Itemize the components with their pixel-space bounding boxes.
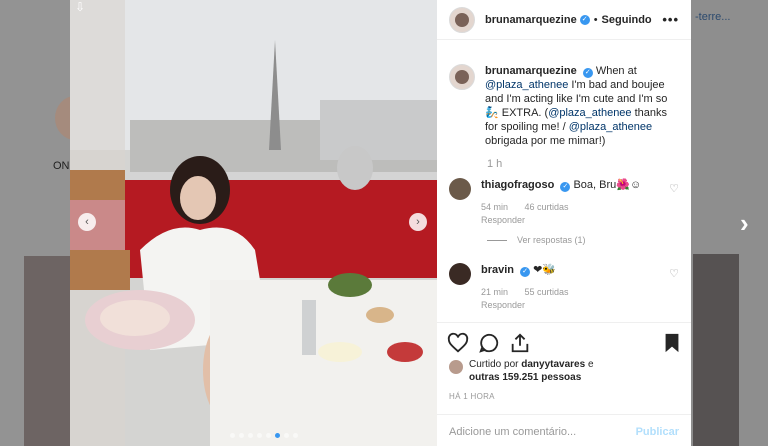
carousel-dot <box>284 433 289 438</box>
more-icon[interactable]: ••• <box>662 12 679 27</box>
download-icon[interactable]: ⇩ <box>75 0 85 14</box>
verified-icon: ✓ <box>520 267 531 277</box>
post-caption: brunamarquezine ✓ When at @plaza_athenee… <box>437 40 691 148</box>
comment-meta: 21 min 55 curtidas <box>481 287 669 297</box>
reply-button[interactable]: Responder <box>481 300 669 310</box>
author-avatar[interactable] <box>449 64 475 90</box>
publish-button[interactable]: Publicar <box>636 426 679 438</box>
caption-time: 1 h <box>487 158 503 170</box>
author-username[interactable]: brunamarquezine <box>485 14 577 26</box>
photo-illustration <box>70 0 437 446</box>
separator-dot: • <box>593 13 598 26</box>
comment-icon[interactable] <box>478 332 500 354</box>
background-feed-right: -terre... <box>691 0 768 446</box>
carousel-indicator <box>230 433 298 438</box>
background-thumbnail <box>24 256 70 446</box>
carousel-dot-active <box>275 433 280 438</box>
carousel-dot <box>293 433 298 438</box>
add-comment-bar: Adicione um comentário... Publicar <box>437 414 691 446</box>
likes-text: Curtido por danyytavares e outras 159.25… <box>469 359 594 383</box>
verified-icon: ✓ <box>560 182 571 192</box>
verified-icon: ✓ <box>579 14 590 25</box>
follow-status-button[interactable]: Seguindo <box>602 14 652 26</box>
carousel-dot <box>257 433 262 438</box>
mention-link[interactable]: @plaza_athenee <box>569 121 652 133</box>
background-label: ON <box>53 160 70 172</box>
comment-text: Boa, Bru🌺☺ <box>573 179 642 191</box>
author-avatar[interactable] <box>449 6 475 33</box>
background-link: -terre... <box>695 11 731 23</box>
likes-summary: Curtido por danyytavares e outras 159.25… <box>449 358 594 384</box>
chevron-left-icon[interactable]: ‹ <box>78 213 96 231</box>
comment-item: bravin ✓ ❤🐝 21 min 55 curtidas Responder… <box>437 263 691 310</box>
next-post-arrow-icon[interactable]: › <box>740 208 749 239</box>
comment-item: thiagofragoso ✓ Boa, Bru🌺☺ 54 min 46 cur… <box>437 178 691 225</box>
mention-link[interactable]: @plaza_athenee <box>548 107 631 119</box>
caption-username[interactable]: brunamarquezine <box>485 65 577 77</box>
liker-username[interactable]: danyytavares <box>521 359 585 370</box>
verified-icon: ✓ <box>582 68 593 78</box>
post-side-panel: brunamarquezine ✓ • Seguindo ••• brunama… <box>437 0 691 446</box>
comment-age: 54 min <box>481 202 509 212</box>
post-photo: ⇩ ‹ › <box>70 0 437 446</box>
commenter-avatar[interactable] <box>449 178 471 200</box>
view-replies-button[interactable]: Ver respostas (1) <box>487 235 691 245</box>
heart-icon[interactable] <box>447 332 469 354</box>
bookmark-icon[interactable] <box>663 332 681 354</box>
commenter-avatar[interactable] <box>449 263 471 285</box>
likes-count-link[interactable]: outras 159.251 pessoas <box>469 372 581 383</box>
comment-body: thiagofragoso ✓ Boa, Bru🌺☺ 54 min 46 cur… <box>481 178 669 225</box>
commenter-username[interactable]: bravin <box>481 264 514 276</box>
reply-button[interactable]: Responder <box>481 215 669 225</box>
comment-text: ❤🐝 <box>533 264 557 276</box>
carousel-dot <box>239 433 244 438</box>
heart-icon[interactable]: ♡ <box>669 182 679 225</box>
comment-age: 21 min <box>481 287 509 297</box>
comment-likes[interactable]: 46 curtidas <box>525 202 569 212</box>
heart-icon[interactable]: ♡ <box>669 267 679 310</box>
background-thumbnail <box>693 254 739 446</box>
carousel-dot <box>266 433 271 438</box>
mention-link[interactable]: @plaza_athenee <box>485 79 568 91</box>
post-timestamp: HÁ 1 HORA <box>449 392 495 401</box>
carousel-dot <box>248 433 253 438</box>
liker-avatar[interactable] <box>449 360 463 374</box>
chevron-right-icon[interactable]: › <box>409 213 427 231</box>
comment-meta: 54 min 46 curtidas <box>481 202 669 212</box>
background-feed-left: ON <box>0 0 95 446</box>
commenter-username[interactable]: thiagofragoso <box>481 179 554 191</box>
post-header: brunamarquezine ✓ • Seguindo ••• <box>437 0 691 40</box>
comment-body: bravin ✓ ❤🐝 21 min 55 curtidas Responder <box>481 263 669 310</box>
comment-likes[interactable]: 55 curtidas <box>525 287 569 297</box>
carousel-dot <box>230 433 235 438</box>
comment-input[interactable]: Adicione um comentário... <box>449 426 576 438</box>
share-icon[interactable] <box>509 332 531 354</box>
caption-text: brunamarquezine ✓ When at @plaza_athenee… <box>485 65 668 147</box>
